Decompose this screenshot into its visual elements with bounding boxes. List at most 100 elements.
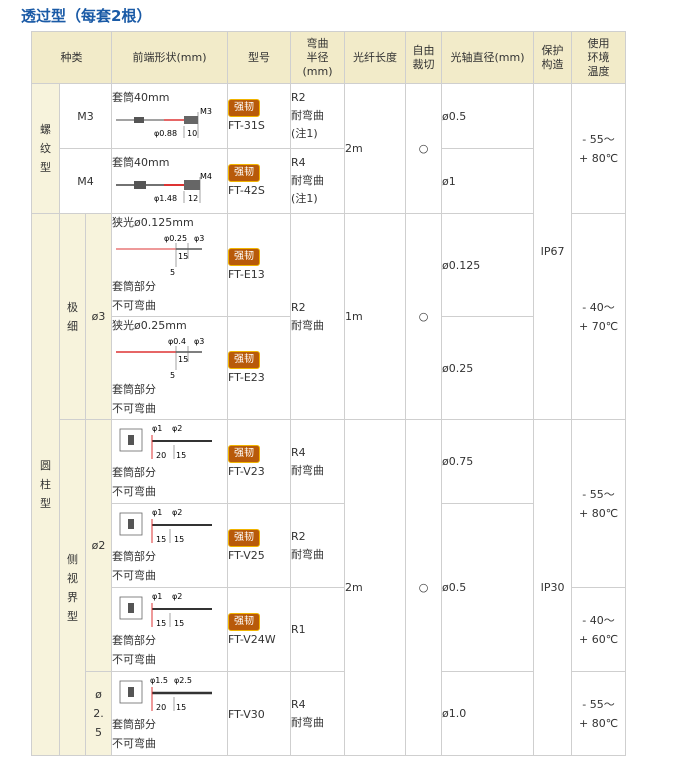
header-diameter: 光轴直径(mm)	[441, 31, 535, 84]
temp-cell: - 40～ + 60℃	[571, 587, 627, 672]
temp-cell: - 55～ + 80℃	[571, 419, 627, 588]
header-bend: 弯曲 半径 (mm)	[290, 31, 346, 84]
tough-badge: 强韧	[228, 351, 261, 369]
bend-cell: R2 耐弯曲 (注1)	[290, 83, 346, 149]
shape-cell: 套筒40mm M3 φ0.88 10	[111, 83, 229, 149]
diameter-cell: ø0.5	[441, 83, 535, 149]
shape-cell: 套筒40mm M4 φ1.48 12	[111, 148, 229, 214]
svg-text:5: 5	[170, 371, 175, 380]
diameter-cell: ø0.75	[441, 419, 535, 504]
table-row: 侧视界型 ø2 φ1 φ2 20 15 套筒部分 不可弯曲 强韧 FT-V23 …	[32, 419, 627, 756]
shape-cell: 狭光ø0.25mm φ0.4 φ3 15 5 套筒部分 不可弯曲	[111, 316, 229, 420]
temp-cell: - 55～ + 80℃	[571, 671, 627, 756]
protection-cell: IP67	[533, 83, 573, 420]
tough-badge: 强韧	[228, 528, 261, 547]
header-protection: 保护 构造	[533, 31, 573, 84]
spec-table: 种类 前端形状(mm) 型号 弯曲 半径 (mm) 光纤长度 自由 裁切 光轴直…	[30, 31, 627, 756]
model-name: FT-V25	[228, 548, 265, 562]
svg-text:15: 15	[176, 451, 186, 460]
model-cell: 强韧 FT-42S	[227, 148, 292, 214]
svg-text:15: 15	[156, 535, 166, 544]
tough-badge: 强韧	[228, 99, 261, 117]
svg-text:φ2: φ2	[172, 592, 182, 601]
shape-cell: φ1 φ2 20 15 套筒部分 不可弯曲	[111, 419, 229, 504]
svg-text:φ1.5: φ1.5	[150, 676, 168, 685]
svg-text:15: 15	[174, 619, 184, 628]
header-category: 种类	[30, 31, 113, 84]
size-cell: M3	[58, 83, 113, 149]
model-cell: 强韧 FT-E13	[227, 213, 292, 317]
group-phi25: ø2.5	[84, 671, 113, 756]
svg-text:15: 15	[178, 355, 188, 364]
svg-text:M4: M4	[200, 172, 212, 181]
svg-text:φ1: φ1	[152, 424, 162, 433]
model-name: FT-V24W	[228, 632, 276, 646]
bend-cell: R2 耐弯曲	[290, 503, 346, 588]
group-ultrafine: 极细	[59, 213, 86, 420]
header-model: 型号	[227, 31, 292, 84]
header-cut: 自由 裁切	[405, 31, 443, 84]
svg-text:φ2.5: φ2.5	[174, 676, 192, 685]
group-cylinder: 圆柱型	[31, 213, 60, 756]
header-row: 种类 前端形状(mm) 型号 弯曲 半径 (mm) 光纤长度 自由 裁切 光轴直…	[30, 31, 627, 84]
svg-text:12: 12	[188, 194, 198, 203]
svg-text:φ1: φ1	[152, 508, 162, 517]
svg-text:M3: M3	[200, 107, 212, 116]
group-phi3: ø3	[84, 213, 113, 420]
model-cell: 强韧 FT-E23	[227, 316, 292, 420]
diameter-cell: ø0.5	[441, 503, 535, 672]
model-name: FT-V23	[228, 464, 265, 478]
svg-text:20: 20	[156, 703, 166, 712]
shape-cell: φ1 φ2 15 15 套筒部分 不可弯曲	[111, 587, 229, 672]
length-cell: 2m	[344, 83, 407, 214]
screw-tip-drawing: M4 φ1.48 12	[116, 172, 212, 203]
tough-badge: 强韧	[228, 612, 261, 631]
shape-cell: φ1.5 φ2.5 20 15 套筒部分 不可弯曲	[111, 671, 229, 756]
svg-text:15: 15	[178, 252, 188, 261]
temp-cell: - 55～ + 80℃	[571, 83, 627, 214]
group-screw: 螺纹型	[31, 83, 60, 214]
size-cell: M4	[58, 148, 113, 214]
bend-cell: R4 耐弯曲	[290, 671, 346, 756]
section-title: 透过型（每套2根）	[21, 7, 152, 25]
model-name: FT-31S	[228, 119, 265, 132]
fiber-tip-drawing: φ0.25 φ3 15 5	[116, 234, 204, 277]
bend-cell: R1	[290, 587, 346, 672]
diameter-cell: ø0.125	[441, 213, 535, 317]
model-cell: 强韧 FT-V23	[227, 419, 292, 504]
cut-cell: ○	[405, 419, 443, 756]
sideview-tip-drawing: φ1 φ2 15 15	[119, 508, 213, 544]
shape-cell: 狭光ø0.125mm φ0.25 φ3 15 5 套筒部分 不可弯曲	[111, 213, 229, 317]
svg-text:φ0.25: φ0.25	[164, 234, 187, 243]
svg-text:10: 10	[187, 129, 197, 138]
diameter-cell: ø1	[441, 148, 535, 214]
sideview-tip-drawing: φ1 φ2 20 15	[119, 424, 213, 460]
table-row: 螺纹型 M3 套筒40mm M3 φ0.88 10 强韧 FT-31S R2 耐…	[31, 83, 627, 420]
diameter-cell: ø0.25	[441, 316, 535, 420]
bend-cell: R2 耐弯曲	[290, 213, 346, 420]
svg-text:15: 15	[156, 619, 166, 628]
screw-tip-drawing: M3 φ0.88 10	[116, 107, 212, 138]
sideview-tip-drawing: φ1 φ2 15 15	[119, 592, 213, 628]
svg-text:φ3: φ3	[194, 337, 204, 346]
model-name: FT-V30	[228, 707, 265, 721]
svg-text:φ3: φ3	[194, 234, 204, 243]
svg-text:5: 5	[170, 268, 175, 277]
svg-text:φ2: φ2	[172, 508, 182, 517]
header-temp: 使用 环境 温度	[571, 31, 627, 84]
tough-badge: 强韧	[228, 248, 261, 266]
svg-text:φ0.4: φ0.4	[168, 337, 186, 346]
fiber-tip-drawing: φ0.4 φ3 15 5	[116, 337, 204, 380]
model-cell: 强韧 FT-31S	[227, 83, 292, 149]
model-name: FT-E23	[228, 371, 265, 384]
svg-text:15: 15	[176, 703, 186, 712]
svg-text:φ0.88: φ0.88	[154, 129, 177, 138]
length-cell: 1m	[344, 213, 407, 420]
bend-cell: R4 耐弯曲 (注1)	[290, 148, 346, 214]
tough-badge: 强韧	[228, 164, 261, 182]
temp-cell: - 40～ + 70℃	[571, 213, 627, 420]
svg-text:20: 20	[156, 451, 166, 460]
model-cell: 强韧 FT-V25	[227, 503, 292, 588]
header-shape: 前端形状(mm)	[111, 31, 229, 84]
shape-cell: φ1 φ2 15 15 套筒部分 不可弯曲	[111, 503, 229, 588]
